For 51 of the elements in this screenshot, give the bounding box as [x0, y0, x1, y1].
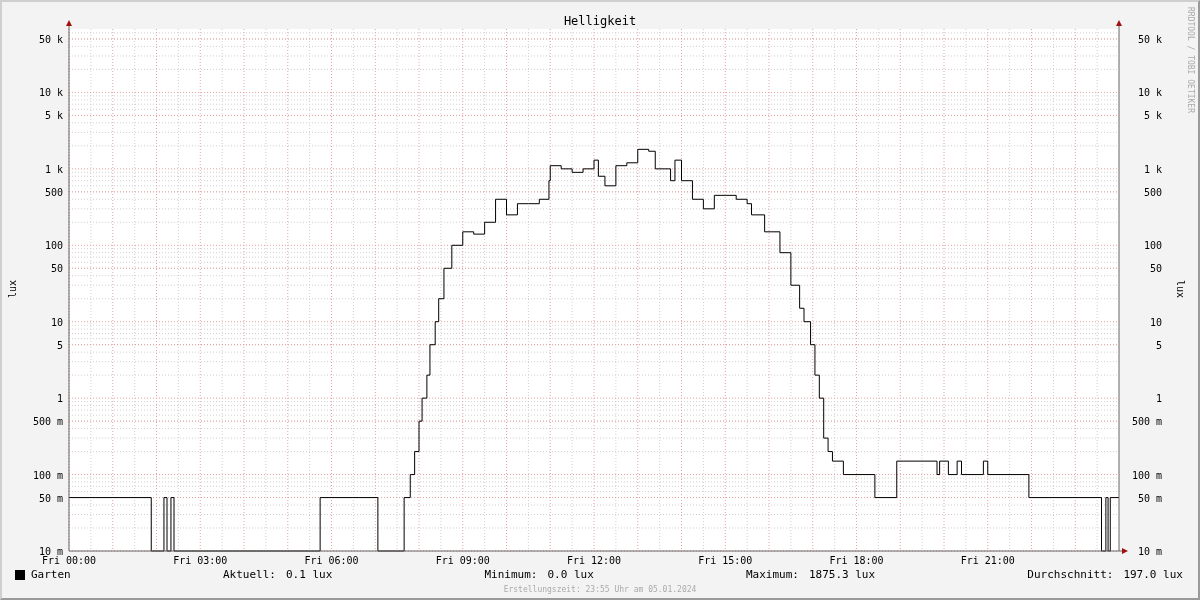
y-tick-label: 5 k — [1143, 110, 1162, 122]
stat-label: Durchschnitt: — [1027, 568, 1114, 582]
chart-title: Helligkeit — [563, 14, 637, 28]
y-tick-label: 500 m — [1131, 416, 1162, 428]
y-tick-label: 500 — [44, 186, 63, 198]
stat-label: Minimum: — [484, 568, 538, 582]
y-tick-label: 50 — [50, 263, 63, 275]
y-tick-label: 50 m — [1137, 492, 1162, 504]
y-tick-label: 1 — [1155, 393, 1162, 405]
stat-value: 197.0 lux — [1123, 568, 1183, 582]
y-tick-label: 50 k — [1137, 34, 1162, 45]
y-tick-label: 500 — [1143, 186, 1162, 198]
y-tick-label: 5 — [1155, 339, 1162, 351]
y-tick-label: 10 m — [1137, 546, 1162, 557]
y-tick-label: 100 m — [1131, 469, 1162, 481]
x-tick-label: Fri 12:00 — [566, 555, 622, 566]
y-tick-label: 1 k — [44, 163, 63, 175]
x-tick-label: Fri 18:00 — [829, 555, 884, 566]
y-tick-label: 5 k — [44, 110, 63, 122]
y-tick-label: 5 — [56, 339, 63, 351]
x-tick-label: Fri 00:00 — [41, 555, 97, 566]
stat-label: Aktuell: — [222, 568, 276, 582]
y-tick-label: 100 — [44, 240, 63, 252]
x-tick-label: Fri 15:00 — [698, 555, 753, 566]
stat-value: 0.0 lux — [547, 568, 594, 582]
stat-value: 0.1 lux — [285, 568, 333, 582]
y-tick-label: 10 k — [38, 87, 63, 99]
y-tick-label: 500 m — [32, 416, 63, 428]
y-tick-label: 50 k — [38, 34, 63, 45]
x-tick-label: Fri 21:00 — [960, 555, 1015, 566]
stat-value: 1875.3 lux — [808, 568, 876, 582]
x-tick-label: Fri 03:00 — [173, 555, 228, 566]
legend-label: Garten — [31, 568, 71, 582]
credit-text: RRDTOOL / TOBI OETIKER — [1186, 7, 1195, 113]
footer-text: Erstellungszeit: 23:55 Uhr am 05.01.2024 — [502, 585, 698, 594]
y-tick-label: 10 — [50, 316, 63, 328]
y-tick-label: 10 m — [38, 546, 63, 557]
y-tick-label: 100 — [1143, 240, 1162, 252]
y-tick-label: 10 k — [1137, 87, 1162, 99]
y-tick-label: 10 — [1149, 316, 1162, 328]
axis-title: lux — [7, 279, 18, 299]
y-tick-label: 50 — [1149, 263, 1162, 275]
axis-title: lux — [1175, 279, 1186, 299]
y-tick-label: 1 — [56, 393, 63, 405]
x-tick-label: Fri 09:00 — [435, 555, 490, 566]
x-tick-label: Fri 06:00 — [304, 555, 359, 566]
y-tick-label: 1 k — [1143, 163, 1162, 175]
legend-swatch — [15, 570, 25, 580]
stat-label: Maximum: — [745, 568, 799, 582]
y-tick-label: 100 m — [32, 469, 63, 481]
y-tick-label: 50 m — [38, 492, 63, 504]
